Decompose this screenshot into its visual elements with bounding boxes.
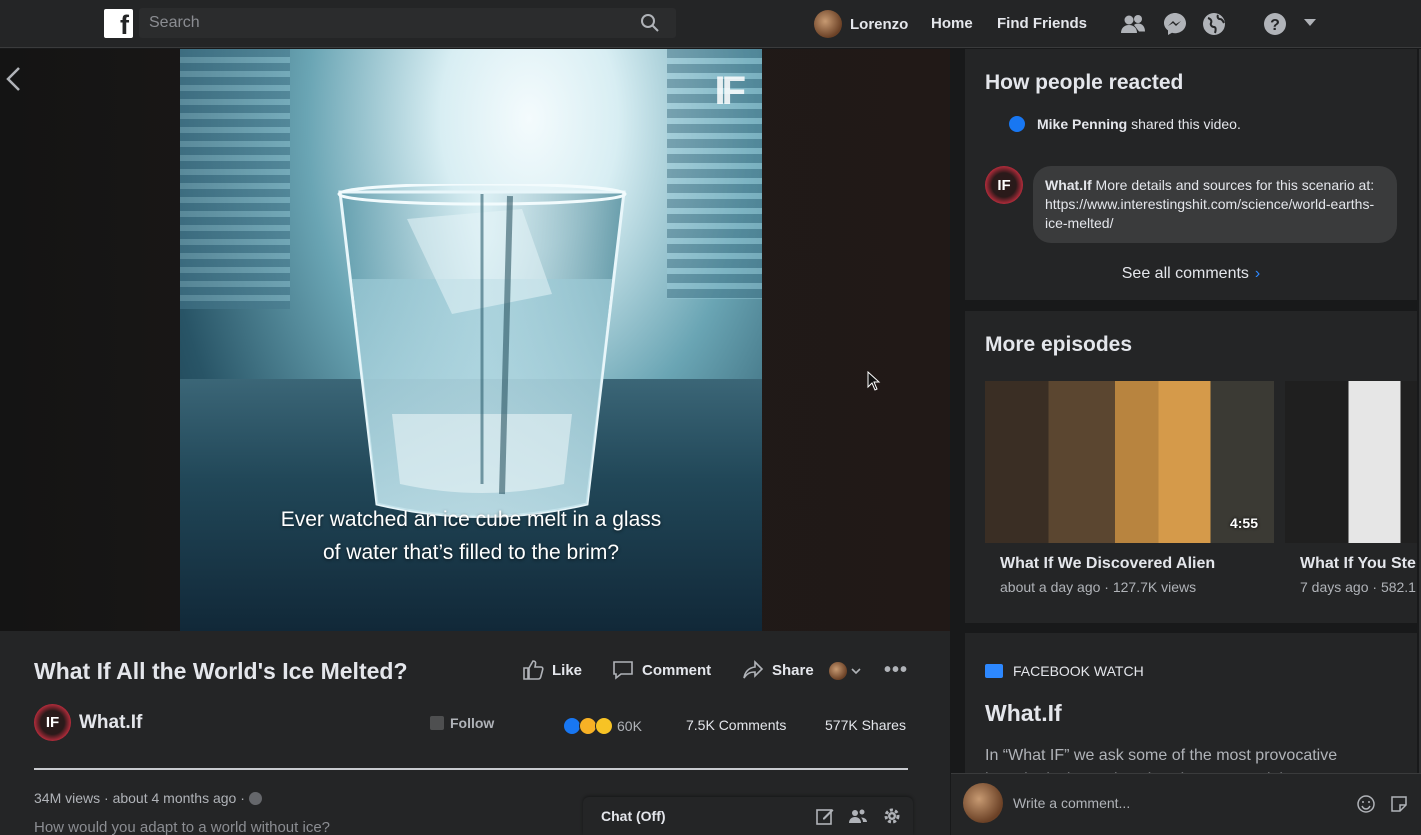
video-title: What If All the World's Ice Melted? bbox=[34, 658, 408, 684]
channel-watermark: IF bbox=[714, 69, 745, 113]
chevron-down-icon bbox=[851, 668, 861, 675]
chevron-right-icon: › bbox=[1254, 265, 1261, 282]
share-icon bbox=[743, 660, 764, 679]
reactions-title: How people reacted bbox=[985, 71, 1184, 94]
chat-status[interactable]: Chat (Off) bbox=[601, 808, 666, 824]
follow-label: Follow bbox=[450, 715, 495, 731]
share-text: shared this video. bbox=[1131, 116, 1241, 132]
shares-count[interactable]: 577K Shares bbox=[825, 717, 906, 733]
more-options-icon[interactable]: ••• bbox=[884, 659, 908, 682]
search-input[interactable] bbox=[149, 11, 629, 35]
messenger-icon[interactable] bbox=[1162, 11, 1188, 37]
like-label: Like bbox=[552, 661, 583, 679]
profile-name: Lorenzo bbox=[850, 15, 909, 33]
video-description: How would you adapt to a world without i… bbox=[34, 819, 331, 835]
top-navigation-bar: f Lorenzo Home Find Friends ? bbox=[0, 0, 1421, 48]
globe-icon[interactable] bbox=[1201, 11, 1227, 37]
search-icon[interactable] bbox=[640, 13, 660, 33]
help-icon[interactable]: ? bbox=[1262, 11, 1288, 37]
page-link[interactable]: IF What.If bbox=[34, 704, 142, 741]
comment-label: Comment bbox=[642, 661, 712, 679]
top-comment: IF What.If More details and sources for … bbox=[985, 166, 1397, 243]
see-all-comments-link[interactable]: See all comments › bbox=[965, 265, 1417, 283]
episode-meta: about a day ago · 127.7K views bbox=[1000, 579, 1197, 595]
page-name: What.If bbox=[79, 711, 143, 733]
like-button[interactable]: Like bbox=[522, 659, 582, 681]
video-meta: 34M views · about 4 months ago · bbox=[34, 790, 262, 806]
comment-input[interactable] bbox=[1013, 789, 1353, 817]
chat-bar[interactable]: Chat (Off) bbox=[583, 797, 913, 835]
more-episodes-card: More episodes 4:55 What If We Discovered… bbox=[965, 311, 1417, 623]
caption-line-1: Ever watched an ice cube melt in a glass bbox=[280, 508, 662, 531]
episode-meta: 7 days ago · 582.1 bbox=[1300, 579, 1416, 595]
comment-text[interactable]: More details and sources for this scenar… bbox=[1045, 177, 1374, 231]
dropdown-icon[interactable] bbox=[1302, 16, 1318, 28]
watch-text: FACEBOOK WATCH bbox=[1013, 663, 1144, 679]
compose-icon[interactable] bbox=[815, 806, 835, 826]
search-box bbox=[139, 8, 676, 38]
share-label: Share bbox=[772, 661, 814, 679]
page-avatar: IF bbox=[34, 704, 71, 741]
comment-bubble: What.If More details and sources for thi… bbox=[1033, 166, 1397, 243]
episode-title[interactable]: What If You Ste bbox=[1300, 555, 1417, 573]
public-globe-icon bbox=[248, 791, 262, 805]
new-group-icon[interactable] bbox=[848, 806, 868, 826]
share-user[interactable]: Mike Penning bbox=[1037, 116, 1127, 132]
gear-icon[interactable] bbox=[882, 806, 902, 826]
find-friends-link[interactable]: Find Friends bbox=[997, 15, 1087, 32]
write-comment-bar bbox=[951, 773, 1421, 835]
show-name[interactable]: What.If bbox=[985, 700, 1062, 727]
avatar bbox=[814, 10, 842, 38]
comments-count[interactable]: 7.5K Comments bbox=[686, 717, 786, 733]
share-button[interactable]: Share bbox=[742, 659, 814, 681]
emoji-icon[interactable] bbox=[1356, 794, 1376, 814]
comment-author[interactable]: What.If bbox=[1045, 177, 1092, 193]
svg-text:?: ? bbox=[1270, 17, 1280, 34]
comment-avatar[interactable]: IF bbox=[985, 166, 1023, 204]
comment-button[interactable]: Comment bbox=[612, 659, 711, 681]
sticker-icon[interactable] bbox=[1389, 794, 1409, 814]
divider bbox=[34, 768, 908, 770]
back-arrow-icon[interactable] bbox=[4, 66, 24, 92]
home-link[interactable]: Home bbox=[931, 15, 973, 32]
episode-card[interactable]: What If You Ste 7 days ago · 582.1 bbox=[1285, 381, 1417, 595]
thumbs-up-icon bbox=[523, 660, 544, 680]
caption-line-2: of water that’s filled to the brim? bbox=[322, 540, 620, 564]
follow-button[interactable]: Follow bbox=[430, 715, 494, 731]
audience-selector[interactable] bbox=[829, 662, 861, 680]
reaction-count[interactable]: 60K bbox=[617, 718, 642, 734]
episode-title[interactable]: What If We Discovered Alien bbox=[1000, 555, 1274, 573]
facebook-watch-label: FACEBOOK WATCH bbox=[985, 663, 1144, 679]
facebook-logo-letter: f bbox=[120, 10, 129, 40]
video-caption: Ever watched an ice cube melt in a glass… bbox=[220, 504, 722, 569]
follow-icon bbox=[430, 716, 444, 730]
wow-reaction-icon bbox=[595, 717, 613, 735]
window-blind-left bbox=[180, 49, 290, 309]
episode-card[interactable]: 4:55 What If We Discovered Alien about a… bbox=[985, 381, 1274, 595]
see-all-label: See all comments bbox=[1121, 265, 1249, 282]
facebook-logo-icon[interactable]: f bbox=[104, 9, 133, 40]
video-frame[interactable]: IF Ever watched an ice cube melt in a gl… bbox=[180, 49, 762, 631]
engagement-stats: 60K 7.5K Comments 577K Shares bbox=[563, 717, 906, 735]
views-and-date: 34M views · about 4 months ago · bbox=[34, 790, 245, 806]
reaction-icons[interactable] bbox=[563, 717, 613, 735]
video-player[interactable]: IF Ever watched an ice cube melt in a gl… bbox=[0, 49, 950, 631]
watch-icon bbox=[985, 664, 1003, 678]
episode-thumbnail[interactable] bbox=[1285, 381, 1417, 543]
avatar bbox=[829, 662, 847, 680]
episode-duration: 4:55 bbox=[1229, 515, 1258, 531]
mouse-cursor-icon bbox=[867, 371, 881, 391]
comment-icon bbox=[613, 661, 633, 680]
episode-thumbnail[interactable]: 4:55 bbox=[985, 381, 1274, 543]
avatar bbox=[963, 783, 1003, 823]
episodes-title: More episodes bbox=[985, 333, 1133, 356]
water-glass-illustration bbox=[337, 184, 627, 518]
right-sidebar: How people reacted Mike Penning shared t… bbox=[951, 49, 1421, 835]
share-badge-icon bbox=[1009, 116, 1025, 132]
friends-icon[interactable] bbox=[1120, 11, 1146, 37]
share-activity: Mike Penning shared this video. bbox=[1009, 116, 1241, 132]
profile-link[interactable]: Lorenzo bbox=[814, 9, 908, 39]
reactions-card: How people reacted Mike Penning shared t… bbox=[965, 49, 1417, 300]
